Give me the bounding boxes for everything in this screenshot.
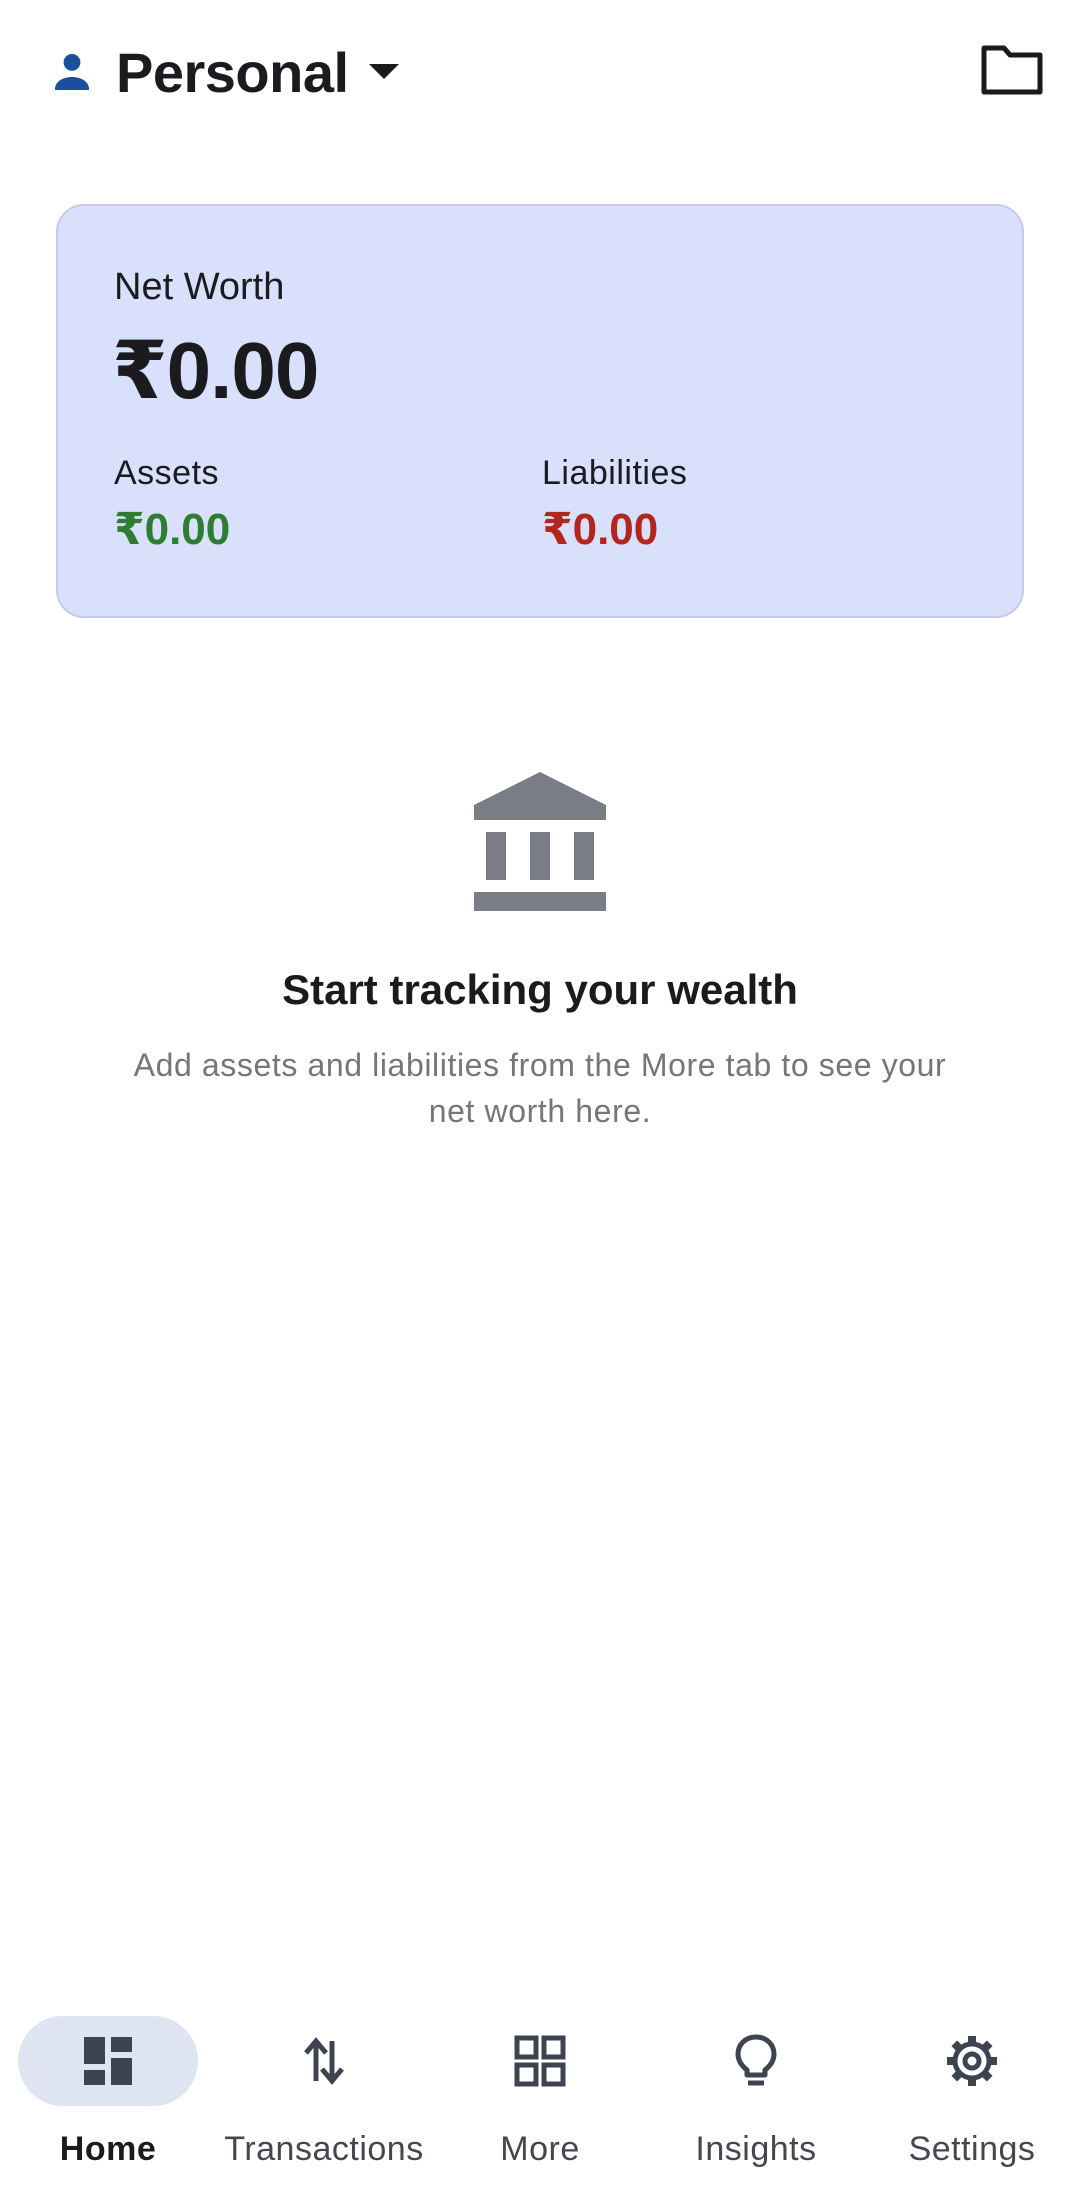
liabilities-value: ₹0.00 <box>542 505 659 554</box>
swap-vertical-icon <box>304 2037 344 2085</box>
grid-icon <box>514 2035 566 2087</box>
bank-icon <box>474 772 606 911</box>
person-icon <box>55 54 89 90</box>
empty-state-title: Start tracking your wealth <box>282 966 798 1013</box>
nav-item-more[interactable]: More <box>432 2000 648 2190</box>
empty-state: Start tracking your wealth Add assets an… <box>0 770 1080 1134</box>
net-worth-card: Net Worth ₹0.00 Assets ₹0.00 Liabilities… <box>56 204 1024 618</box>
bottom-navigation: Home Transactions More Insights Settings <box>0 2000 1080 2193</box>
liabilities-label: Liabilities <box>542 454 688 492</box>
assets-label: Assets <box>114 454 220 492</box>
nav-item-transactions[interactable]: Transactions <box>216 2000 432 2190</box>
assets-value: ₹0.00 <box>114 505 231 554</box>
nav-item-settings[interactable]: Settings <box>864 2000 1080 2190</box>
nav-label-settings: Settings <box>908 2130 1036 2168</box>
nav-item-home[interactable]: Home <box>0 2000 216 2190</box>
caret-down-icon <box>368 64 399 79</box>
profile-switcher[interactable]: Personal <box>48 36 401 108</box>
nav-item-insights[interactable]: Insights <box>648 2000 864 2190</box>
net-worth-value: ₹0.00 <box>112 326 319 415</box>
profile-name: Personal <box>116 40 349 104</box>
gear-icon <box>947 2036 997 2086</box>
folder-button[interactable] <box>980 42 1044 98</box>
lightbulb-icon <box>735 2034 777 2086</box>
top-app-bar: Personal <box>0 0 1080 140</box>
folder-icon <box>981 45 1043 95</box>
dashboard-icon <box>84 2037 132 2085</box>
net-worth-label: Net Worth <box>114 266 285 308</box>
empty-state-subtitle: Add assets and liabilities from the More… <box>133 1047 947 1129</box>
